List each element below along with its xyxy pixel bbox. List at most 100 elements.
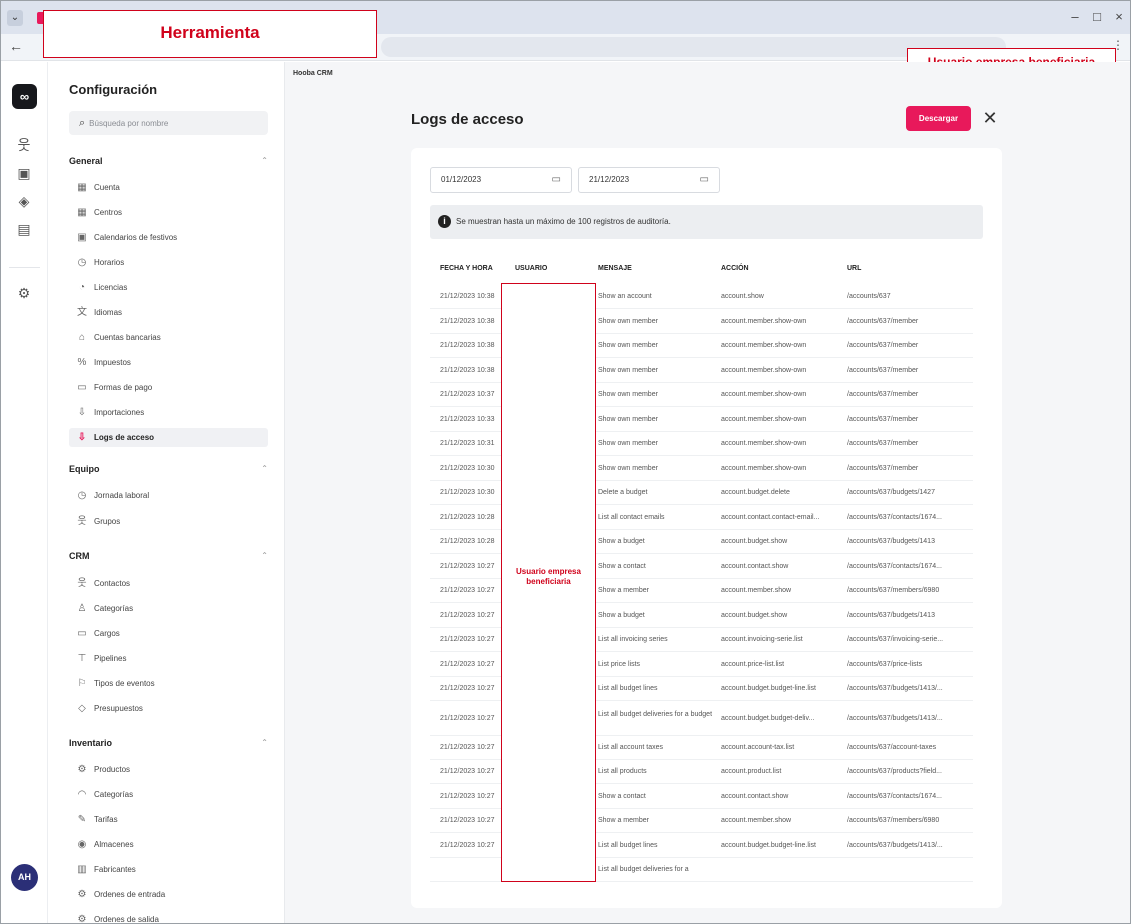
date-to-field[interactable]: 21/12/2023 ▭ (578, 167, 720, 193)
sidebar-item[interactable]: ▦ Cuenta (69, 178, 268, 197)
chevron-up-icon[interactable]: ⌃ (261, 551, 268, 560)
download-button[interactable]: Descargar (906, 106, 971, 131)
sidebar-item[interactable]: ⇩ Logs de acceso (69, 428, 268, 447)
date-from-field[interactable]: 01/12/2023 ▭ (430, 167, 572, 193)
cell-message: Show a member (598, 587, 649, 594)
chevron-up-icon[interactable]: ⌃ (261, 738, 268, 747)
sidebar-item[interactable]: 文 Idiomas (69, 303, 268, 322)
cell-action: account.budget.show (721, 538, 788, 545)
cell-url: /accounts/637/contacts/1674... (847, 562, 942, 570)
pipeline-icon: ⊤ (77, 653, 87, 664)
cell-url: /accounts/637/contacts/1674... (847, 792, 942, 800)
cell-message: List all budget lines (598, 685, 658, 692)
app-rail: ∞ 웃 ▣ ◈ ▤ ⚙ AH (1, 62, 48, 923)
sidebar-item[interactable]: ◷ Horarios (69, 253, 268, 272)
settings-icon[interactable]: ⚙ (14, 283, 34, 303)
sidebar-item[interactable]: ⚙ Ordenes de entrada (69, 885, 268, 904)
sidebar-item-label: Jornada laboral (94, 491, 150, 500)
sidebar-item[interactable]: ◷ Jornada laboral (69, 486, 268, 505)
cell-url: /accounts/637/contacts/1674... (847, 513, 942, 521)
sidebar-item[interactable]: ▭ Cargos (69, 624, 268, 643)
sidebar-item[interactable]: ⌂ Cuentas bancarias (69, 328, 268, 347)
chevron-up-icon[interactable]: ⌃ (261, 156, 268, 165)
sidebar-section-label: Equipo (69, 464, 100, 474)
contacts-icon: 웃 (77, 578, 87, 589)
minimize-icon[interactable]: – (1067, 9, 1083, 25)
cell-url: /accounts/637/budgets/1413 (847, 538, 935, 545)
contacts-icon[interactable]: 웃 (14, 135, 34, 155)
sidebar-item[interactable]: ◉ Almacenes (69, 835, 268, 854)
cell-url: /accounts/637/budgets/1413/... (847, 685, 943, 692)
sidebar-section-equipo[interactable]: Equipo ⌃ (69, 464, 268, 474)
calendar-icon[interactable]: ▭ (552, 168, 561, 192)
person-card-icon[interactable]: ▣ (14, 163, 34, 183)
cell-message: Show own member (598, 464, 658, 472)
sidebar-item-label: Contactos (94, 579, 131, 588)
inbound-icon: ⚙ (77, 889, 87, 900)
cell-message: Show own member (598, 415, 658, 423)
box-icon[interactable]: ◈ (14, 191, 34, 211)
cell-action: account.budget.delete (721, 489, 790, 496)
column-header-date[interactable]: FECHA Y HORA (440, 265, 493, 272)
sidebar-item[interactable]: ◇ Presupuestos (69, 699, 268, 718)
cell-message: Show own member (598, 342, 658, 349)
sidebar-item[interactable]: ⚙ Productos (69, 760, 268, 779)
back-arrow-icon[interactable]: ← (9, 38, 23, 54)
sidebar-item[interactable]: ◠ Categorías (69, 785, 268, 804)
sidebar-item[interactable]: 웃 Contactos (69, 574, 268, 593)
sidebar-item-label: Cargos (94, 629, 120, 638)
cell-action: account.member.show-own (721, 366, 807, 374)
cell-action: account.member.show-own (721, 317, 807, 325)
sidebar-item[interactable]: ⚐ Tipos de eventos (69, 674, 268, 693)
sidebar-item[interactable]: ⇩ Importaciones (69, 403, 268, 422)
column-header-message[interactable]: MENSAJE (598, 265, 632, 272)
column-header-user[interactable]: USUARIO (515, 265, 547, 272)
product-icon: ⚙ (77, 764, 87, 775)
sidebar-item[interactable]: ▣ Calendarios de festivos (69, 228, 268, 247)
sidebar-item-label: Categorías (94, 604, 134, 613)
cell-message: List all budget deliveries for a (598, 866, 689, 873)
tab-search-dropdown[interactable]: ⌄ (7, 10, 23, 26)
info-text: Se muestran hasta un máximo de 100 regis… (456, 217, 671, 226)
close-icon[interactable]: ✕ (979, 106, 1001, 131)
column-header-url[interactable]: URL (847, 265, 861, 272)
column-header-action[interactable]: ACCIÓN (721, 265, 749, 272)
user-avatar[interactable]: AH (11, 864, 38, 891)
sidebar-section-inventario[interactable]: Inventario ⌃ (69, 738, 268, 748)
sidebar-item[interactable]: ▥ Fabricantes (69, 860, 268, 879)
breadcrumb[interactable]: Hooba CRM (293, 70, 333, 77)
maximize-icon[interactable]: □ (1089, 9, 1105, 25)
document-icon[interactable]: ▤ (14, 219, 34, 239)
cell-url: /accounts/637/member (847, 342, 919, 349)
sidebar-item[interactable]: 웃 Grupos (69, 512, 268, 531)
cell-url: /accounts/637/member (847, 464, 919, 472)
sidebar-search-input[interactable]: ⌕ Búsqueda por nombre (69, 111, 268, 135)
app-logo-icon[interactable]: ∞ (12, 84, 37, 109)
calendar-icon[interactable]: ▭ (700, 168, 709, 192)
cell-url: /accounts/637/budgets/1413 (847, 611, 935, 619)
sidebar-item-label: Logs de acceso (94, 433, 155, 442)
warehouse-icon: ◉ (77, 839, 87, 850)
sidebar-item[interactable]: ▦ Centros (69, 203, 268, 222)
cell-action: account.budget.budget-deliv... (721, 714, 815, 722)
sidebar-item[interactable]: ✎ Tarifas (69, 810, 268, 829)
sidebar-item[interactable]: ⊤ Pipelines (69, 649, 268, 668)
annotation-tool-label: Herramienta (43, 10, 377, 58)
import-icon: ⇩ (77, 407, 87, 418)
sidebar-section-general[interactable]: General ⌃ (69, 156, 268, 166)
cell-message: List all account taxes (598, 743, 663, 751)
sidebar-item[interactable]: ♙ Categorías (69, 599, 268, 618)
sidebar-item[interactable]: ⚙ Ordenes de salida (69, 910, 268, 923)
sidebar-item-label: Tarifas (94, 815, 118, 824)
sidebar-item[interactable]: ◔ Licencias (69, 278, 268, 297)
sidebar-item[interactable]: ▭ Formas de pago (69, 378, 268, 397)
chevron-up-icon[interactable]: ⌃ (261, 464, 268, 473)
sidebar-section-crm[interactable]: CRM ⌃ (69, 551, 268, 561)
cell-url: /accounts/637/products?field... (847, 768, 942, 775)
cell-message: List all budget deliveries for a budget (598, 710, 713, 718)
group-icon: 웃 (77, 516, 87, 527)
budget-icon: ◇ (78, 703, 86, 714)
sidebar-item[interactable]: % Impuestos (69, 353, 268, 372)
cell-action: account.product.list (721, 768, 782, 775)
close-window-icon[interactable]: × (1111, 9, 1127, 25)
